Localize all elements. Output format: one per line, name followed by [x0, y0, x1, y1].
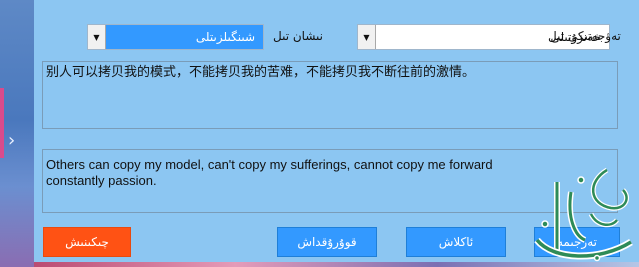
left-sidebar-strip: ›: [0, 0, 34, 267]
dropdown-arrow-icon[interactable]: ▼: [358, 25, 376, 49]
chevron-right-icon[interactable]: ›: [8, 132, 15, 150]
back-button[interactable]: ئاكلاش: [406, 227, 506, 257]
save-button[interactable]: قوۇرۇقداش: [277, 227, 377, 257]
source-language-label: نىشان تىل: [273, 29, 323, 43]
calligraphy-logo: [534, 167, 633, 262]
sidebar-accent: [0, 88, 4, 158]
clear-button[interactable]: چىكىنىش: [43, 227, 131, 257]
bottom-decorative-strip: [34, 262, 639, 267]
source-language-value: شىنگىلزىتلى: [106, 25, 263, 49]
source-language-select[interactable]: ▼ شىنگىلزىتلى: [87, 24, 264, 50]
target-language-label: تەۋجەتىكى تىل: [548, 29, 621, 43]
dropdown-arrow-icon[interactable]: ▼: [88, 25, 106, 49]
input-textarea[interactable]: 别人可以拷贝我的模式，不能拷贝我的苦难，不能拷贝我不断往前的激情。: [42, 61, 618, 129]
